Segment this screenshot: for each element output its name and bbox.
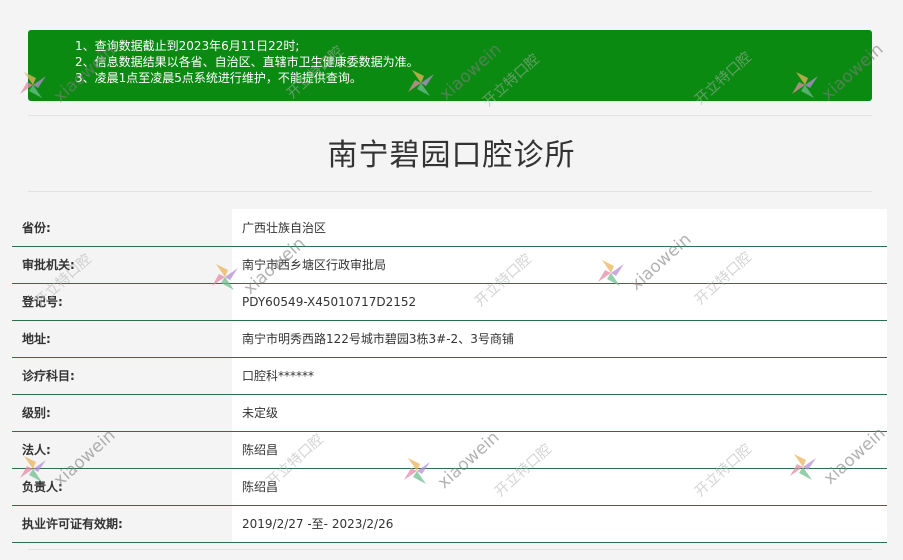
notice-line-3: 3、凌晨1点至凌晨5点系统进行维护，不能提供查询。 bbox=[75, 71, 362, 85]
row-value: 未定级 bbox=[232, 394, 887, 432]
table-row-province: 省份: 广西壮族自治区 bbox=[12, 209, 887, 247]
row-label: 地址: bbox=[12, 320, 232, 358]
table-row-registration: 登记号: PDY60549-X45010717D2152 bbox=[12, 283, 887, 321]
row-label: 法人: bbox=[12, 431, 232, 469]
row-label: 登记号: bbox=[12, 283, 232, 321]
row-label: 执业许可证有效期: bbox=[12, 505, 232, 543]
table-row-departments: 诊疗科目: 口腔科****** bbox=[12, 357, 887, 395]
row-value: 南宁市明秀西路122号城市碧园3栋3#-2、3号商铺 bbox=[232, 320, 887, 358]
row-value: 2019/2/27 -至- 2023/2/26 bbox=[232, 505, 887, 543]
row-value: 南宁市西乡塘区行政审批局 bbox=[232, 246, 887, 284]
row-value: 口腔科****** bbox=[232, 357, 887, 395]
row-value: 陈绍昌 bbox=[232, 468, 887, 506]
page-title: 南宁碧园口腔诊所 bbox=[327, 138, 576, 173]
row-value: PDY60549-X45010717D2152 bbox=[232, 283, 887, 321]
row-value: 陈绍昌 bbox=[232, 431, 887, 469]
table-row-address: 地址: 南宁市明秀西路122号城市碧园3栋3#-2、3号商铺 bbox=[12, 320, 887, 358]
table-row-person-in-charge: 负责人: 陈绍昌 bbox=[12, 468, 887, 506]
table-row-level: 级别: 未定级 bbox=[12, 394, 887, 432]
table-row-license-validity: 执业许可证有效期: 2019/2/27 -至- 2023/2/26 bbox=[12, 505, 887, 543]
row-label: 审批机关: bbox=[12, 246, 232, 284]
row-label: 诊疗科目: bbox=[12, 357, 232, 395]
divider-title bbox=[28, 191, 872, 192]
notice-banner: 1、查询数据截止到2023年6月11日22时; 2、信息数据结果以各省、自治区、… bbox=[28, 30, 872, 101]
divider-bottom bbox=[28, 549, 872, 550]
row-value: 广西壮族自治区 bbox=[232, 209, 887, 247]
table-row-legal-person: 法人: 陈绍昌 bbox=[12, 431, 887, 469]
divider-top bbox=[28, 115, 872, 116]
notice-line-1: 1、查询数据截止到2023年6月11日22时; bbox=[75, 39, 300, 53]
row-label: 省份: bbox=[12, 209, 232, 247]
clinic-info-table: 省份: 广西壮族自治区 审批机关: 南宁市西乡塘区行政审批局 登记号: PDY6… bbox=[12, 209, 887, 543]
row-label: 级别: bbox=[12, 394, 232, 432]
row-label: 负责人: bbox=[12, 468, 232, 506]
notice-line-2: 2、信息数据结果以各省、自治区、直辖市卫生健康委数据为准。 bbox=[75, 55, 419, 69]
table-row-authority: 审批机关: 南宁市西乡塘区行政审批局 bbox=[12, 246, 887, 284]
